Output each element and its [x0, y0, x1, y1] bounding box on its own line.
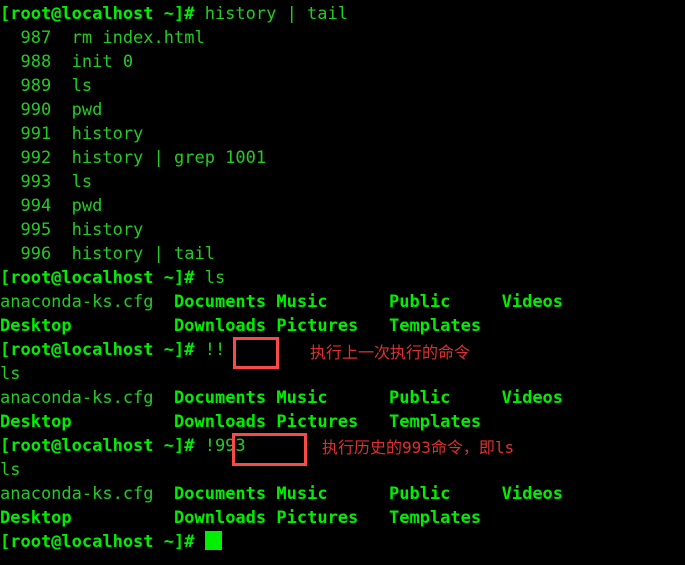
dir-templates: Templates: [389, 316, 482, 336]
dir-pictures: Pictures: [276, 508, 359, 528]
command-line-history-tail: [root@localhost ~]# history | tail: [0, 2, 685, 26]
dir-public: Public: [389, 292, 451, 312]
dir-public: Public: [389, 484, 451, 504]
shell-prompt: [root@localhost ~]#: [0, 532, 205, 552]
dir-templates: Templates: [389, 412, 482, 432]
shell-prompt: [root@localhost ~]#: [0, 4, 205, 24]
annotation-label-bang-993: 执行历史的993命令，即ls: [322, 438, 515, 457]
file-anaconda-ks-cfg: anaconda-ks.cfg: [0, 292, 154, 312]
dir-pictures: Pictures: [276, 412, 359, 432]
history-entry-996: 996 history | tail: [0, 244, 215, 264]
dir-videos: Videos: [501, 292, 564, 312]
ls-output-row-3: anaconda-ks.cfg Documents Music Public V…: [0, 386, 685, 410]
ls-output-row-1: anaconda-ks.cfg Documents Music Public V…: [0, 290, 685, 314]
block-cursor: [204, 531, 222, 550]
history-entry-993: 993 ls: [0, 172, 93, 192]
dir-desktop: Desktop: [0, 412, 72, 432]
shell-prompt: [root@localhost ~]#: [0, 436, 205, 456]
dir-music: Music: [276, 292, 328, 312]
ls-output-row-2: Desktop Downloads Pictures Templates: [0, 314, 685, 338]
history-entry-987: 987 rm index.html: [0, 28, 205, 48]
dir-music: Music: [276, 484, 328, 504]
echoed-command-ls-1: ls: [0, 364, 21, 384]
history-entry-989: 989 ls: [0, 76, 93, 96]
ls-output-row-6: Desktop Downloads Pictures Templates: [0, 506, 685, 530]
dir-videos: Videos: [501, 484, 564, 504]
dir-public: Public: [389, 388, 451, 408]
annotation-label-bang-bang: 执行上一次执行的命令: [310, 343, 471, 362]
dir-documents: Documents: [174, 484, 267, 504]
history-entry-990: 990 pwd: [0, 100, 103, 120]
dir-documents: Documents: [174, 292, 267, 312]
command-line-ls-1: [root@localhost ~]# ls: [0, 266, 685, 290]
dir-desktop: Desktop: [0, 316, 72, 336]
dir-pictures: Pictures: [276, 316, 359, 336]
dir-downloads: Downloads: [174, 508, 267, 528]
dir-desktop: Desktop: [0, 508, 72, 528]
ls-output-row-4: Desktop Downloads Pictures Templates: [0, 410, 685, 434]
history-entry-992: 992 history | grep 1001: [0, 148, 267, 168]
dir-downloads: Downloads: [174, 412, 267, 432]
shell-prompt: [root@localhost ~]#: [0, 340, 205, 360]
command-text: history | tail: [204, 4, 348, 24]
command-text: ls: [204, 268, 226, 288]
terminal-screen: [root@localhost ~]# history | tail 987 r…: [0, 2, 685, 554]
dir-templates: Templates: [389, 508, 482, 528]
dir-music: Music: [276, 388, 328, 408]
history-expansion-bang-bang: !!: [204, 340, 226, 360]
history-entry-988: 988 init 0: [0, 52, 134, 72]
terminal-window[interactable]: [root@localhost ~]# history | tail 987 r…: [0, 0, 685, 565]
command-line-active[interactable]: [root@localhost ~]#: [0, 530, 685, 554]
history-expansion-bang-993: !993: [204, 436, 246, 456]
shell-prompt: [root@localhost ~]#: [0, 268, 205, 288]
dir-videos: Videos: [501, 388, 564, 408]
echoed-command-ls-2: ls: [0, 460, 21, 480]
history-entry-991: 991 history: [0, 124, 144, 144]
file-anaconda-ks-cfg: anaconda-ks.cfg: [0, 484, 154, 504]
dir-downloads: Downloads: [174, 316, 267, 336]
history-entry-995: 995 history: [0, 220, 144, 240]
dir-documents: Documents: [174, 388, 267, 408]
ls-output-row-5: anaconda-ks.cfg Documents Music Public V…: [0, 482, 685, 506]
file-anaconda-ks-cfg: anaconda-ks.cfg: [0, 388, 154, 408]
history-entry-994: 994 pwd: [0, 196, 103, 216]
